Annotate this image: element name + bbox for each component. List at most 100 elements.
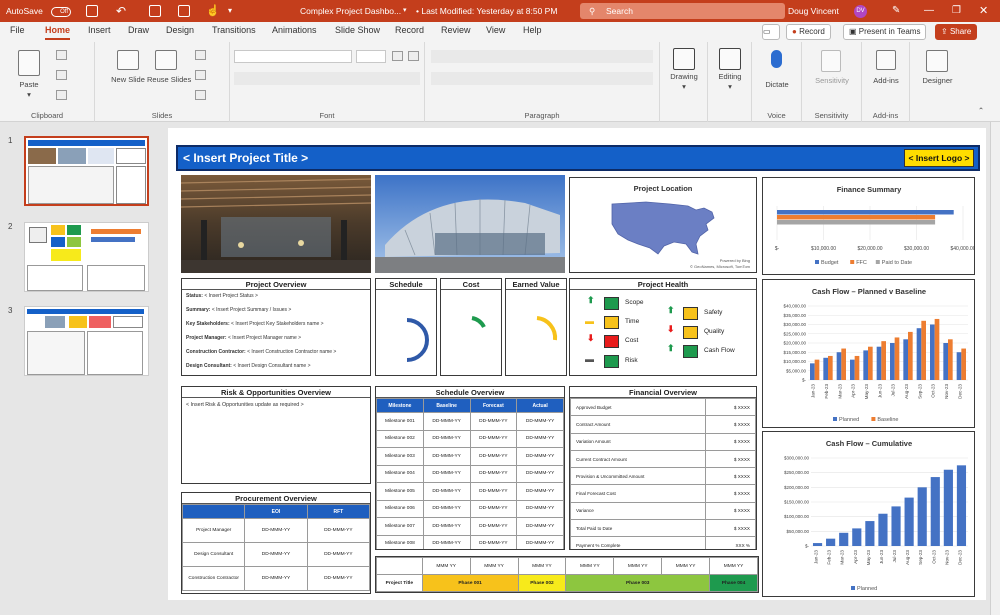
close-icon[interactable]: ✕ [979, 0, 988, 22]
format-painter-icon[interactable] [56, 90, 67, 100]
finance-summary-chart[interactable]: Finance Summary $- $10,000.00 $20,000.00 $30… [762, 177, 975, 275]
project-timeline[interactable]: MMM YY MMM YY MMM YY MMM YY MMM YY MMM YY MMM … [375, 556, 759, 593]
font-size-field[interactable] [356, 50, 386, 63]
present-in-teams-button[interactable]: ▣ Present in Teams [843, 24, 927, 40]
bar[interactable] [904, 497, 914, 546]
table-cell[interactable]: Payment % Complete [570, 536, 707, 549]
project-health-panel[interactable]: Project Health ⬆ Scope ▬ Time ⬇ Cost ▬ R… [569, 278, 757, 376]
designer-label[interactable]: Designer [910, 76, 965, 85]
table-cell[interactable]: DD-MMM-YY [469, 534, 518, 549]
find-icon[interactable] [719, 48, 741, 70]
document-title[interactable]: Complex Project Dashbo... [300, 0, 401, 22]
bar[interactable] [850, 359, 855, 380]
bar[interactable] [878, 513, 888, 546]
table-cell[interactable]: DD-MMM-YY [469, 517, 518, 536]
project-overview-panel[interactable]: Project Overview Status: < Insert Projec… [181, 278, 371, 376]
table-cell[interactable]: Approved Budget [570, 397, 707, 417]
drawing-label[interactable]: Drawing [660, 72, 708, 81]
bar[interactable] [881, 341, 886, 380]
table-cell[interactable]: DD-MMM-YY [244, 542, 308, 567]
bar[interactable] [956, 465, 967, 546]
table-cell[interactable]: DD-MMM-YY [306, 566, 370, 591]
title-dropdown-icon[interactable]: ▾ [403, 0, 407, 22]
shapes-icon[interactable] [673, 48, 695, 70]
table-cell[interactable]: DD-MMM-YY [469, 482, 518, 501]
bar[interactable] [868, 346, 873, 380]
restore-icon[interactable]: ❐ [952, 0, 961, 22]
copy-icon[interactable] [56, 70, 67, 80]
table-cell[interactable]: DD-MMM-YY [516, 464, 564, 483]
table-cell[interactable]: Milestone 001 [376, 412, 424, 431]
cash-flow-planned-baseline-chart[interactable]: Cash Flow – Planned v Baseline $- $5,000.0… [762, 279, 975, 428]
comments-icon[interactable]: ▭ [762, 24, 780, 40]
slide-thumbnail-2[interactable] [24, 222, 149, 292]
bar[interactable] [961, 348, 966, 380]
table-cell[interactable]: DD-MMM-YY [422, 499, 471, 518]
paste-label[interactable]: Paste [12, 80, 46, 89]
table-cell[interactable]: Provision & Uncommitted Amount [570, 467, 707, 486]
bar[interactable] [934, 318, 940, 380]
financial-overview-panel[interactable]: Financial Overview Approved Budget $ XXXX… [569, 386, 757, 550]
tab-insert[interactable]: Insert [88, 25, 111, 40]
table-cell[interactable]: Milestone 005 [376, 482, 424, 501]
bar[interactable] [948, 339, 953, 380]
table-cell[interactable]: $ XXXX [705, 415, 756, 434]
section-icon[interactable] [195, 90, 206, 100]
cut-icon[interactable] [56, 50, 67, 60]
bar[interactable] [916, 328, 922, 380]
table-cell[interactable]: DD-MMM-YY [516, 482, 564, 501]
user-name[interactable]: Doug Vincent [788, 0, 839, 22]
slide-canvas[interactable]: < Insert Project Title > < Insert Logo > [168, 128, 986, 600]
bar[interactable] [826, 538, 836, 546]
bar[interactable] [823, 357, 828, 380]
bar[interactable] [943, 469, 953, 546]
editing-label[interactable]: Editing [708, 72, 752, 81]
bar[interactable] [810, 363, 815, 380]
reuse-slides-icon[interactable] [155, 50, 177, 70]
decrease-font-icon[interactable] [408, 51, 419, 61]
table-cell[interactable]: DD-MMM-YY [244, 566, 308, 591]
drawing-dropdown-icon[interactable]: ▾ [679, 82, 689, 91]
table-cell[interactable]: $ XXXX [705, 449, 756, 469]
tab-home[interactable]: Home [45, 25, 71, 40]
table-cell[interactable]: Milestone 002 [376, 429, 424, 448]
paste-icon[interactable] [18, 50, 40, 76]
new-slide-qa-icon[interactable] [149, 5, 161, 17]
bar[interactable] [828, 355, 833, 380]
schedule-gauge-panel[interactable]: Schedule [375, 278, 437, 376]
table-cell[interactable]: DD-MMM-YY [306, 518, 370, 543]
tab-file[interactable]: File [10, 25, 25, 40]
project-photo-interior[interactable] [181, 175, 371, 273]
designer-icon[interactable] [926, 50, 948, 72]
table-cell[interactable]: DD-MMM-YY [469, 429, 518, 448]
table-cell[interactable]: Total Paid to Date [570, 519, 707, 538]
table-cell[interactable]: DD-MMM-YY [516, 429, 564, 448]
font-format-row[interactable] [234, 72, 420, 85]
share-button[interactable]: ⇪ Share [935, 24, 978, 40]
avatar[interactable]: DV [850, 0, 867, 22]
paste-dropdown-icon[interactable]: ▾ [24, 90, 34, 99]
bar[interactable] [930, 324, 935, 381]
table-cell[interactable]: DD-MMM-YY [422, 447, 471, 466]
reset-icon[interactable] [195, 70, 206, 80]
font-name-field[interactable] [234, 50, 352, 63]
table-cell[interactable]: Milestone 003 [376, 447, 424, 466]
bar[interactable] [903, 339, 908, 380]
addins-icon[interactable] [876, 50, 896, 70]
table-cell[interactable]: DD-MMM-YY [306, 542, 370, 567]
bar[interactable] [839, 532, 849, 546]
autosave-toggle[interactable]: Off [48, 0, 71, 22]
table-cell[interactable]: Design Consultant [182, 542, 246, 567]
tab-design[interactable]: Design [166, 25, 194, 40]
bar[interactable] [777, 220, 936, 225]
table-cell[interactable]: DD-MMM-YY [516, 447, 564, 466]
alignment-row[interactable] [431, 72, 653, 85]
table-cell[interactable]: DD-MMM-YY [469, 499, 518, 518]
timeline-phase-bar[interactable]: Phase 004 [709, 574, 758, 592]
sensitivity-icon[interactable] [821, 50, 841, 72]
customize-quick-access-icon[interactable]: ▾ [228, 0, 232, 22]
vertical-scrollbar[interactable] [990, 122, 1000, 615]
new-slide-icon[interactable] [117, 50, 139, 70]
table-cell[interactable]: Final Forecast Cost [570, 484, 707, 503]
bar[interactable] [917, 487, 927, 546]
